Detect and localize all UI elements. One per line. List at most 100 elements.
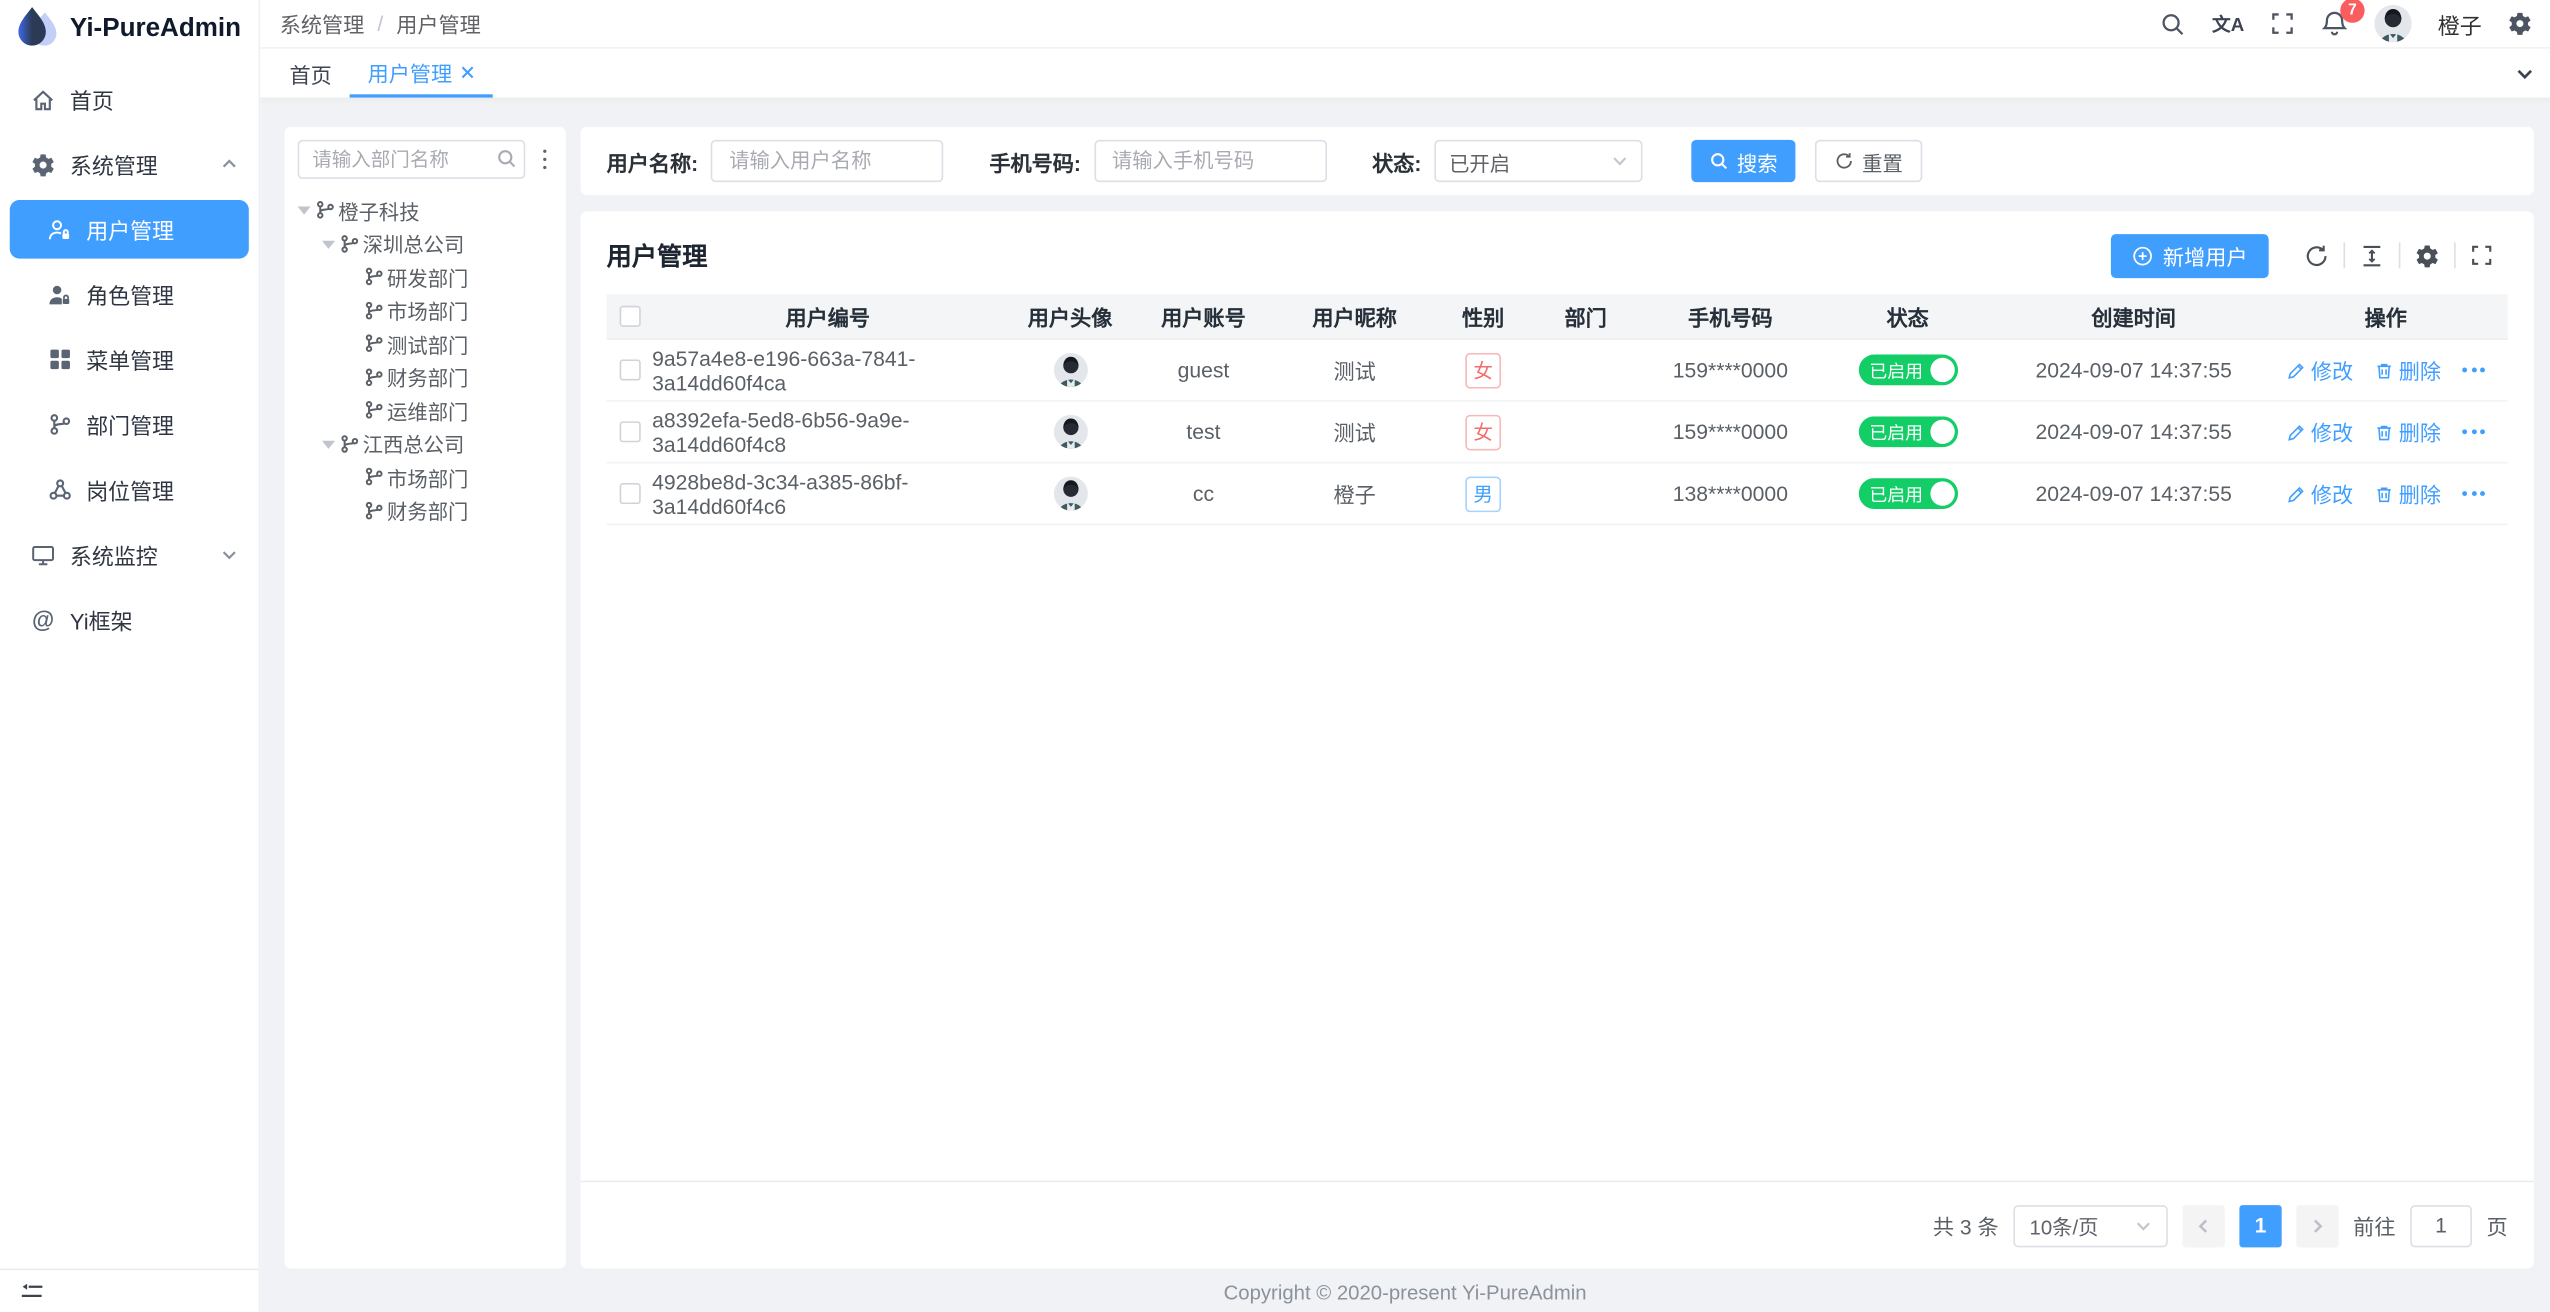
status-toggle[interactable]: 已启用: [1858, 478, 1957, 509]
col-created: 创建时间: [1999, 301, 2269, 332]
select-all-checkbox[interactable]: [619, 306, 640, 327]
delete-button[interactable]: 删除: [2374, 416, 2441, 447]
row-checkbox[interactable]: [619, 483, 640, 504]
tabs-menu-chevron-icon[interactable]: [2498, 49, 2550, 98]
sidebar-item-dept-mgmt[interactable]: 部门管理: [0, 395, 259, 454]
tree-node[interactable]: 江西总公司: [285, 427, 566, 460]
sidebar-item-post-mgmt[interactable]: 岗位管理: [0, 460, 259, 519]
sidebar-item-label: 部门管理: [86, 408, 174, 441]
tree-node-label: 深圳总公司: [363, 228, 465, 259]
branch-icon: [364, 367, 384, 387]
user-account: cc: [1137, 481, 1270, 505]
user-account: test: [1137, 420, 1270, 444]
bell-icon[interactable]: 7: [2321, 10, 2349, 38]
row-checkbox[interactable]: [619, 421, 640, 442]
sidebar-item-role-mgmt[interactable]: 角色管理: [0, 265, 259, 324]
branch-icon: [364, 300, 384, 320]
status-select[interactable]: 已开启: [1434, 140, 1642, 182]
tree-node[interactable]: 测试部门: [285, 327, 566, 360]
tab-user-mgmt[interactable]: 用户管理: [350, 49, 493, 98]
tree-node[interactable]: 研发部门: [285, 260, 566, 293]
tree-node[interactable]: 市场部门: [285, 460, 566, 493]
user-phone: 159****0000: [1644, 420, 1816, 444]
row-checkbox[interactable]: [619, 359, 640, 380]
table-title: 用户管理: [607, 237, 708, 273]
status-toggle[interactable]: 已启用: [1858, 355, 1957, 386]
row-density-icon[interactable]: [2343, 242, 2398, 268]
more-actions-icon[interactable]: [2462, 368, 2485, 373]
edit-button[interactable]: 修改: [2287, 416, 2354, 447]
settings-gear-icon[interactable]: [2508, 11, 2532, 35]
more-actions-icon[interactable]: [2462, 491, 2485, 496]
edit-button[interactable]: 修改: [2287, 355, 2354, 386]
menu-fold-icon[interactable]: [20, 1279, 44, 1303]
breadcrumb-item-system[interactable]: 系统管理: [280, 8, 365, 39]
branch-icon: [364, 334, 384, 354]
tree-node[interactable]: 财务部门: [285, 494, 566, 527]
status-toggle[interactable]: 已启用: [1858, 416, 1957, 447]
more-actions-icon[interactable]: [2462, 429, 2485, 434]
tree-node-label: 橙子科技: [338, 195, 419, 226]
search-icon[interactable]: [2160, 11, 2186, 37]
close-icon[interactable]: [460, 64, 475, 79]
tree-node-label: 市场部门: [387, 295, 468, 326]
reset-button[interactable]: 重置: [1815, 140, 1922, 182]
app-title: Yi-PureAdmin: [70, 15, 241, 44]
goto-page-input[interactable]: [2410, 1204, 2472, 1246]
user-nickname: 橙子: [1270, 478, 1439, 509]
sidebar-item-label: 用户管理: [86, 213, 174, 246]
translate-icon[interactable]: 文A: [2212, 11, 2244, 37]
goto-label: 前往: [2353, 1210, 2395, 1241]
add-user-button[interactable]: 新增用户: [2111, 233, 2269, 277]
water-drop-logo-icon: [16, 5, 58, 54]
dept-tree-panel: 橙子科技 深圳总公司 研发部门 市场部门: [285, 127, 566, 1269]
sidebar-group-monitor[interactable]: 系统监控: [0, 525, 259, 584]
sidebar-group-system[interactable]: 系统管理: [0, 135, 259, 194]
delete-button[interactable]: 删除: [2374, 355, 2441, 386]
table-fullscreen-icon[interactable]: [2454, 242, 2508, 268]
edit-button[interactable]: 修改: [2287, 478, 2354, 509]
sidebar-item-home[interactable]: 首页: [0, 70, 259, 129]
sidebar-footer: [0, 1268, 259, 1312]
phone-input[interactable]: [1094, 140, 1327, 182]
row-avatar: [1053, 477, 1087, 511]
grid-icon: [46, 346, 74, 374]
sidebar-item-framework[interactable]: @ Yi框架: [0, 590, 259, 649]
app-root: Yi-PureAdmin 首页 系统管理: [0, 0, 2550, 1312]
page-size-select[interactable]: 10条/页: [2013, 1204, 2167, 1246]
name-input[interactable]: [711, 140, 944, 182]
dept-search-input[interactable]: [298, 140, 526, 179]
sidebar-item-label: 菜单管理: [86, 343, 174, 376]
delete-button[interactable]: 删除: [2374, 478, 2441, 509]
status-label: 状态:: [1372, 146, 1421, 177]
user-avatar[interactable]: [2374, 5, 2411, 42]
kebab-menu-icon[interactable]: [533, 146, 556, 173]
fullscreen-icon[interactable]: [2270, 11, 2294, 35]
copyright-footer: Copyright © 2020-present Yi-PureAdmin: [260, 1282, 2550, 1305]
user-id: 4928be8d-3c34-a385-86bf-3a14dd60f4c6: [652, 469, 1003, 518]
refresh-icon[interactable]: [2290, 242, 2344, 268]
tree-node[interactable]: 橙子科技: [285, 194, 566, 227]
caret-down-icon[interactable]: [291, 199, 315, 222]
page-number-1[interactable]: 1: [2239, 1204, 2281, 1246]
tree-node[interactable]: 深圳总公司: [285, 227, 566, 260]
tab-home[interactable]: 首页: [272, 49, 350, 98]
caret-down-icon[interactable]: [315, 432, 339, 455]
column-settings-gear-icon[interactable]: [2399, 242, 2454, 268]
user-phone: 138****0000: [1644, 481, 1816, 505]
sidebar-item-user-mgmt[interactable]: 用户管理: [10, 200, 249, 259]
username[interactable]: 橙子: [2438, 7, 2482, 40]
col-gender: 性别: [1439, 301, 1527, 332]
table-header-row: 用户编号 用户头像 用户账号 用户昵称 性别 部门 手机号码 状态 创建时间 操…: [607, 294, 2508, 340]
tree-node[interactable]: 财务部门: [285, 360, 566, 393]
tree-node-label: 财务部门: [387, 495, 468, 526]
tree-node[interactable]: 市场部门: [285, 294, 566, 327]
search-button[interactable]: 搜索: [1691, 140, 1795, 182]
sidebar-item-menu-mgmt[interactable]: 菜单管理: [0, 330, 259, 389]
caret-down-icon[interactable]: [315, 232, 339, 255]
tree-node[interactable]: 运维部门: [285, 394, 566, 427]
next-page-button[interactable]: [2296, 1204, 2338, 1246]
prev-page-button[interactable]: [2182, 1204, 2224, 1246]
breadcrumb-item-user[interactable]: 用户管理: [396, 8, 481, 39]
tags-bar: 首页 用户管理: [260, 49, 2550, 99]
